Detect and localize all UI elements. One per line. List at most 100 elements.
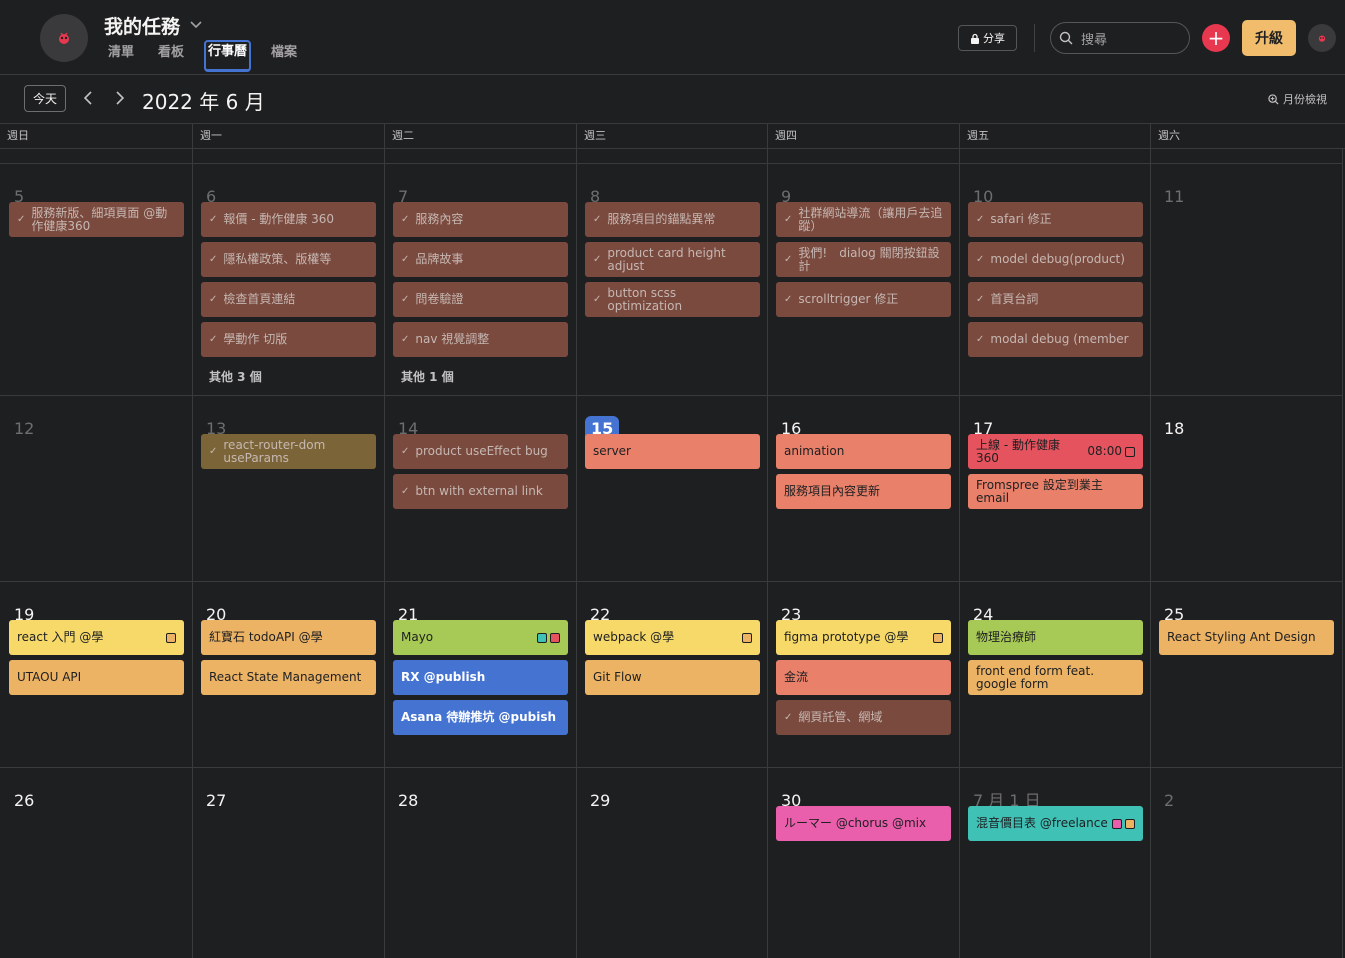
day-cell[interactable] (1150, 767, 1342, 958)
tab-list[interactable]: 清單 (104, 42, 138, 64)
task-item[interactable]: ✓ 網頁託管、網域 (776, 700, 951, 735)
day-cell[interactable] (767, 163, 959, 395)
check-icon[interactable]: ✓ (784, 213, 792, 226)
check-icon[interactable]: ✓ (401, 293, 409, 306)
prev-month-icon[interactable] (79, 88, 97, 108)
task-item[interactable]: ✓ safari 修正 (968, 202, 1143, 237)
user-bug-icon (1318, 35, 1326, 42)
check-icon[interactable]: ✓ (401, 213, 409, 226)
check-icon[interactable]: ✓ (593, 213, 601, 226)
task-item[interactable]: ✓ product useEffect bug (393, 434, 568, 469)
check-icon[interactable]: ✓ (209, 213, 217, 226)
add-button[interactable]: + (1202, 24, 1230, 52)
task-item[interactable]: ✓ react-router-dom useParams (201, 434, 376, 469)
check-icon[interactable]: ✓ (976, 293, 984, 306)
check-icon[interactable]: ✓ (784, 253, 792, 266)
task-item[interactable]: ✓ 檢查首頁連結 (201, 282, 376, 317)
task-item[interactable]: ✓ modal debug (member (968, 322, 1143, 357)
task-item[interactable]: ✓ 學動作 切版 (201, 322, 376, 357)
task-item[interactable]: Fromspree 設定到業主email (968, 474, 1143, 509)
check-icon[interactable]: ✓ (784, 293, 792, 306)
tab-files[interactable]: 檔案 (267, 42, 301, 64)
task-item[interactable]: server (585, 434, 760, 469)
task-title: btn with external link (415, 484, 543, 498)
check-icon[interactable]: ✓ (976, 253, 984, 266)
task-item[interactable]: 混音價目表 @freelance (968, 806, 1143, 841)
check-icon[interactable]: ✓ (593, 253, 601, 266)
check-icon[interactable]: ✓ (209, 293, 217, 306)
task-item[interactable]: ✓ 服務項目的錨點異常 (585, 202, 760, 237)
task-item[interactable]: animation (776, 434, 951, 469)
check-icon[interactable]: ✓ (401, 333, 409, 346)
task-item[interactable]: ✓ nav 視覺調整 (393, 322, 568, 357)
task-item[interactable]: ✓ 首頁台詞 (968, 282, 1143, 317)
task-item[interactable]: ルーマー @chorus @mix (776, 806, 951, 841)
day-cell[interactable] (0, 163, 192, 395)
task-item[interactable]: ✓ 品牌故事 (393, 242, 568, 277)
task-item[interactable]: Asana 待辦推坑 @pubish (393, 700, 568, 735)
check-icon[interactable]: ✓ (209, 445, 217, 458)
project-tag-icon (1125, 818, 1135, 829)
search-input[interactable]: 搜尋 (1050, 22, 1190, 54)
upgrade-button[interactable]: 升級 (1242, 20, 1296, 56)
task-item[interactable]: ✓ 隱私權政策、版權等 (201, 242, 376, 277)
project-avatar[interactable] (40, 14, 88, 62)
check-icon[interactable]: ✓ (17, 213, 25, 226)
check-icon[interactable]: ✓ (401, 445, 409, 458)
check-icon[interactable]: ✓ (976, 213, 984, 226)
chevron-down-icon[interactable] (190, 18, 202, 32)
more-tasks-link[interactable]: 其他 1 個 (401, 368, 454, 385)
day-cell[interactable] (192, 163, 384, 395)
task-item[interactable]: UTAOU API (9, 660, 184, 695)
task-title: RX @publish (401, 670, 486, 684)
task-item[interactable]: 金流 (776, 660, 951, 695)
task-item[interactable]: ✓ button scss optimization (585, 282, 760, 317)
task-item[interactable]: 上線 - 動作健康 360 08:00 (968, 434, 1143, 469)
task-item[interactable]: Mayo (393, 620, 568, 655)
month-view-button[interactable]: 月份檢視 (1268, 91, 1327, 107)
check-icon[interactable]: ✓ (401, 253, 409, 266)
day-cell[interactable] (384, 163, 576, 395)
check-icon[interactable]: ✓ (976, 333, 984, 346)
check-icon[interactable]: ✓ (401, 485, 409, 498)
task-item[interactable]: ✓ 社群網站導流（讓用戶去追蹤） (776, 202, 951, 237)
task-item[interactable]: ✓ 問卷驗證 (393, 282, 568, 317)
task-item[interactable]: ✓ 報價 - 動作健康 360 (201, 202, 376, 237)
task-item[interactable]: ✓ model debug(product) (968, 242, 1143, 277)
project-tags (1122, 446, 1135, 457)
check-icon[interactable]: ✓ (593, 293, 601, 306)
tab-board[interactable]: 看板 (154, 42, 188, 64)
top-bar: 我的任務 清單 看板 行事曆 檔案 分享 搜尋 + 升級 (0, 0, 1345, 75)
check-icon[interactable]: ✓ (209, 253, 217, 266)
task-title: button scss optimization (607, 285, 683, 313)
month-label: 2022 年 6 月 (142, 90, 265, 114)
user-avatar[interactable] (1308, 24, 1336, 52)
today-button[interactable]: 今天 (24, 85, 66, 112)
task-item[interactable]: ✓ 服務新版、細項頁面 @動作健康360 (9, 202, 184, 237)
task-title: 首頁台詞 (990, 292, 1039, 306)
weekday-label: 週日 (7, 129, 29, 142)
task-item[interactable]: RX @publish (393, 660, 568, 695)
task-item[interactable]: ✓ 服務內容 (393, 202, 568, 237)
day-cell[interactable] (576, 163, 767, 395)
tab-calendar[interactable]: 行事曆 (204, 40, 252, 72)
task-item[interactable]: front end form feat. google form (968, 660, 1143, 695)
task-item[interactable]: ✓ scrolltrigger 修正 (776, 282, 951, 317)
task-item[interactable]: ✓ 我們! dialog 關閉按鈕設計 (776, 242, 951, 277)
check-icon[interactable]: ✓ (784, 711, 792, 724)
share-button[interactable]: 分享 (958, 25, 1017, 51)
more-tasks-link[interactable]: 其他 3 個 (209, 368, 262, 385)
task-item[interactable]: figma prototype @學 (776, 620, 951, 655)
task-item[interactable]: ✓ product card height adjust (585, 242, 760, 277)
task-item[interactable]: Git Flow (585, 660, 760, 695)
task-item[interactable]: react 入門 @學 (9, 620, 184, 655)
next-month-icon[interactable] (111, 88, 129, 108)
task-item[interactable]: ✓ btn with external link (393, 474, 568, 509)
task-item[interactable]: 物理治療師 (968, 620, 1143, 655)
task-item[interactable]: webpack @學 (585, 620, 760, 655)
task-item[interactable]: 紅寶石 todoAPI @學 (201, 620, 376, 655)
task-item[interactable]: 服務項目內容更新 (776, 474, 951, 509)
task-item[interactable]: React State Management (201, 660, 376, 695)
check-icon[interactable]: ✓ (209, 333, 217, 346)
task-item[interactable]: React Styling Ant Design (1159, 620, 1334, 655)
